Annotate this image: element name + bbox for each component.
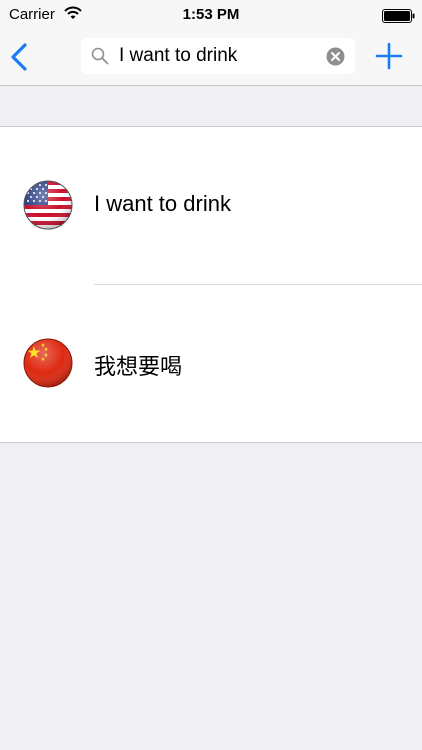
back-button[interactable] [4, 40, 36, 74]
search-icon [91, 47, 109, 65]
search-input[interactable] [119, 41, 319, 71]
clock: 1:53 PM [182, 6, 240, 23]
us-flag-icon [23, 180, 73, 230]
search-field[interactable] [81, 38, 355, 74]
china-flag-icon [23, 338, 73, 388]
list-item-english[interactable]: I want to drink [0, 127, 422, 284]
clear-search-button[interactable] [326, 47, 345, 66]
navigation-bar [0, 30, 422, 86]
chevron-left-icon [11, 43, 27, 71]
plus-icon [375, 42, 403, 70]
phrase-text: I want to drink [94, 191, 231, 216]
phrase-list: I want to drink 我想要喝 [0, 126, 422, 443]
phrase-text: 我想要喝 [94, 354, 183, 379]
status-bar: Carrier 1:53 PM [0, 0, 422, 30]
battery-icon [382, 9, 415, 23]
list-item-chinese[interactable]: 我想要喝 [0, 285, 422, 442]
add-button[interactable] [374, 41, 404, 71]
